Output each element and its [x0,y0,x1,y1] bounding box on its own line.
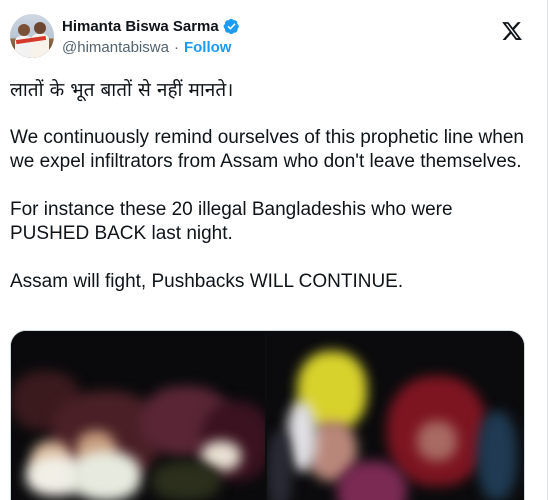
tweet-paragraph: For instance these 20 illegal Bangladesh… [10,199,453,244]
tweet-card: Himanta Biswa Sarma @himantabiswa · Foll… [0,0,548,500]
tweet-paragraph: We continuously remind ourselves of this… [10,127,524,172]
x-logo-icon[interactable] [500,20,524,42]
author-handle[interactable]: @himantabiswa [62,39,169,56]
tweet-header: Himanta Biswa Sarma @himantabiswa · Foll… [10,14,538,64]
media-photo-right[interactable] [267,331,524,500]
separator-dot: · [173,39,179,56]
tweet-paragraph: Assam will fight, Pushbacks WILL CONTINU… [10,271,404,292]
tweet-media[interactable] [10,330,525,500]
author-name[interactable]: Himanta Biswa Sarma [62,18,219,35]
author-name-row: Himanta Biswa Sarma [62,18,240,35]
follow-button[interactable]: Follow [184,39,232,56]
verified-badge-icon [223,18,239,35]
handle-row: @himantabiswa · Follow [62,39,231,56]
media-photo-left[interactable] [11,331,265,500]
tweet-paragraph-hindi: लातों के भूत बातों से नहीं मानते। [10,79,234,101]
tweet-text: लातों के भूत बातों से नहीं मानते। We con… [10,78,530,318]
avatar[interactable] [10,14,54,58]
